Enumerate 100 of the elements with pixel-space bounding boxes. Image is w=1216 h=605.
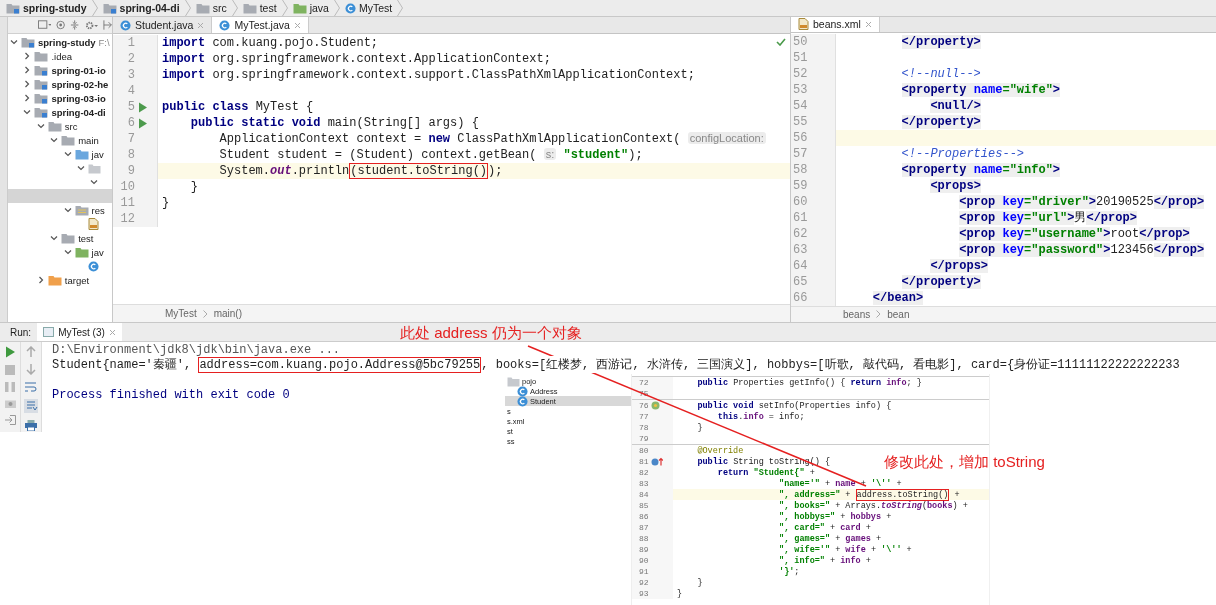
code-line: } — [696, 422, 703, 433]
chevron-down-icon[interactable] — [10, 38, 18, 46]
code-line: <property name="wife"> — [900, 82, 1061, 97]
module-folder-icon — [34, 64, 49, 76]
close-icon[interactable] — [108, 328, 116, 336]
breadcrumb-item[interactable]: main() — [213, 308, 242, 319]
chevron-right-icon[interactable] — [36, 276, 45, 284]
run-icon[interactable] — [138, 117, 148, 129]
wrap-icon[interactable] — [25, 382, 37, 392]
code-line: <!--null--> — [900, 66, 981, 81]
breadcrumb-item[interactable]: bean — [887, 308, 910, 320]
module-folder-icon — [34, 106, 49, 118]
code-line: public static void main(String[] args) { — [189, 116, 479, 130]
chevron-down-icon[interactable] — [63, 206, 72, 214]
code-line: } — [677, 588, 683, 599]
line-number: 2 — [126, 52, 135, 66]
editor-tab[interactable]: beans.xml — [791, 17, 880, 32]
run-icon[interactable] — [138, 101, 148, 113]
pin-icon[interactable] — [102, 20, 112, 30]
tree-item[interactable]: .idea — [8, 49, 112, 63]
close-icon[interactable] — [293, 21, 301, 29]
line-number: 82 — [639, 468, 649, 477]
breadcrumb-item[interactable]: beans — [843, 308, 871, 320]
tree-item[interactable]: main — [8, 133, 112, 147]
code-line: @Override — [696, 445, 744, 456]
console-icon — [43, 327, 55, 337]
editor-tab[interactable]: MyTest.java — [212, 17, 309, 33]
breadcrumb-item[interactable]: spring-study — [2, 2, 91, 14]
tree-item[interactable]: spring-01-io — [8, 63, 112, 77]
code-line: import org.springframework.context.ApplicationContext; — [162, 52, 551, 66]
camera-icon[interactable] — [4, 399, 16, 408]
line-number: 54 — [792, 98, 809, 113]
code-line: ", games=" + games + — [778, 533, 882, 544]
code-line: <prop key="driver">20190525</prop> — [958, 194, 1205, 209]
settings-icon[interactable] — [84, 19, 98, 31]
xml-file-icon — [798, 18, 809, 31]
tree-item[interactable]: target — [8, 273, 112, 287]
xml-file-icon — [88, 218, 99, 230]
line-number: 7 — [126, 132, 135, 146]
breadcrumb-item[interactable]: test — [238, 2, 281, 14]
line-number: 86 — [639, 512, 649, 521]
tree-item[interactable]: jav — [8, 147, 112, 161]
down-arrow-icon[interactable] — [26, 364, 36, 375]
tree-item[interactable]: res — [8, 203, 112, 217]
line-number: 10 — [119, 180, 135, 194]
close-icon[interactable] — [864, 20, 872, 28]
chevron-separator-icon — [876, 310, 882, 319]
breadcrumb-item[interactable]: spring-04-di — [98, 2, 184, 14]
run-icon[interactable] — [4, 346, 16, 358]
layout-icon[interactable] — [38, 20, 52, 30]
up-arrow-icon[interactable] — [26, 346, 36, 357]
code-line: ", info=" + info + — [778, 555, 871, 566]
code-line: <prop key="password">123456</prop> — [958, 242, 1205, 257]
tree-item[interactable]: jav — [8, 245, 112, 259]
tree-item[interactable]: spring-02-he — [8, 77, 112, 91]
tree-item[interactable]: src — [8, 119, 112, 133]
breadcrumb-item[interactable]: src — [191, 2, 231, 14]
tree-item[interactable]: test — [8, 231, 112, 245]
line-number: 79 — [639, 434, 649, 443]
line-number: 57 — [792, 146, 809, 161]
source-folder-icon — [74, 148, 89, 160]
code-line: ", wife='" + wife + '\'' + — [778, 544, 912, 555]
tree-item[interactable]: spring-04-di — [8, 105, 112, 119]
class-icon — [88, 260, 99, 272]
run-tab[interactable]: MyTest (3) — [37, 323, 122, 341]
annotation-text: 此处 address 仍为一个对象 — [400, 324, 582, 343]
scroll-to-end-icon[interactable] — [24, 399, 38, 413]
line-number: 77 — [639, 412, 649, 421]
exit-icon[interactable] — [4, 415, 16, 425]
line-number: 52 — [792, 66, 809, 81]
line-number: 91 — [639, 567, 649, 576]
package-icon — [507, 375, 520, 387]
print-icon[interactable] — [25, 420, 37, 431]
code-line: <prop key="url">男</prop> — [958, 210, 1137, 227]
close-icon[interactable] — [197, 21, 205, 29]
line-number: 61 — [792, 210, 809, 225]
collapse-icon[interactable] — [70, 20, 80, 30]
tree-item[interactable]: spring-study F:\ — [8, 35, 112, 49]
code-line: "name='" + name + '\'' + — [778, 478, 902, 489]
tree-item[interactable]: spring-03-io — [8, 91, 112, 105]
line-number: 93 — [639, 589, 649, 598]
breadcrumb-item[interactable]: MyTest — [165, 308, 197, 319]
line-number: 56 — [792, 130, 809, 145]
breadcrumb-item[interactable]: MyTest — [340, 2, 397, 14]
line-number: 66 — [792, 290, 809, 305]
class-icon — [120, 19, 131, 31]
override-icon[interactable] — [650, 457, 663, 466]
folder-icon — [242, 2, 257, 14]
annotation-text: 修改此处，增加 toString — [884, 453, 1045, 472]
line-number: 59 — [792, 178, 809, 193]
line-number: 72 — [639, 378, 649, 387]
class-icon — [219, 19, 231, 31]
target-icon[interactable] — [56, 20, 66, 30]
breadcrumb-item[interactable]: java — [288, 2, 333, 14]
code-line: System.out.println(student.toString()); — [218, 164, 503, 178]
pause-icon[interactable] — [5, 382, 15, 392]
implements-icon[interactable] — [650, 401, 660, 410]
package-icon — [88, 162, 101, 174]
code-line: '}'; — [778, 566, 800, 577]
line-number: 87 — [639, 523, 649, 532]
